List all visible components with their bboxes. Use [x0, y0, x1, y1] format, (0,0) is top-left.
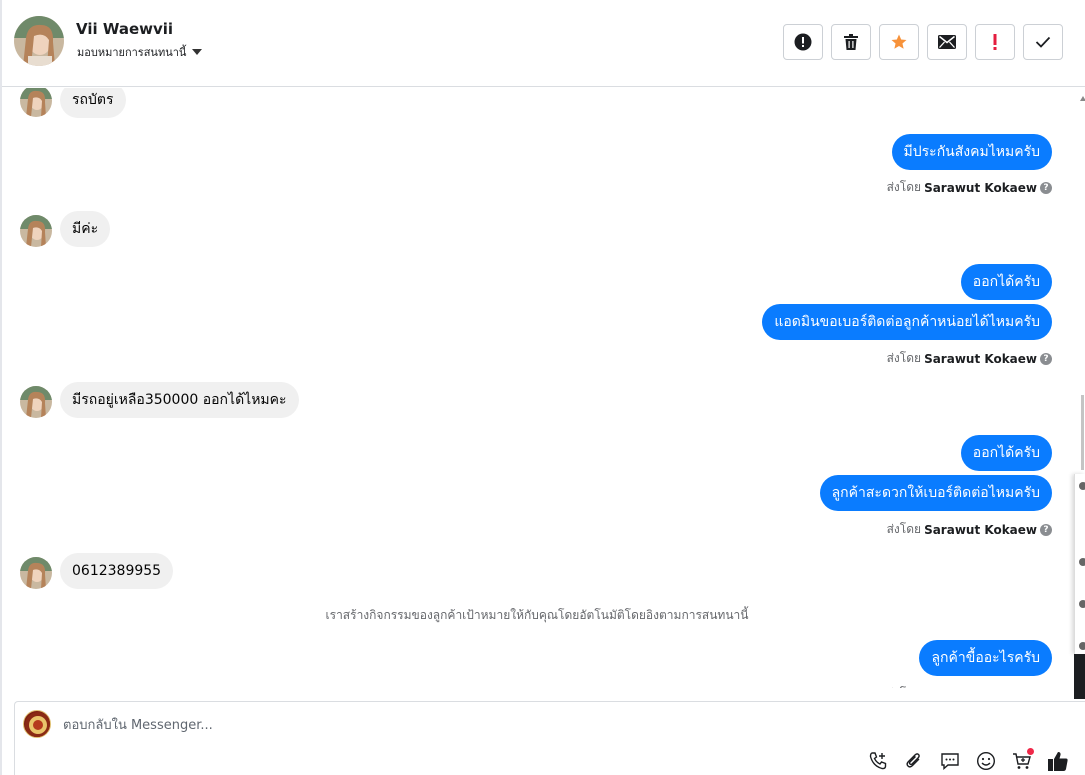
sent-by-agent[interactable]: Sarawut Kokaew: [924, 687, 1037, 689]
side-panel-edge-dark: [1074, 654, 1085, 699]
outgoing-message: ออกได้ครับ: [960, 435, 1052, 471]
assign-conversation-dropdown[interactable]: มอบหมายการสนทนานี้: [77, 43, 203, 61]
incoming-message: มีรถอยู่เหลือ350000 ออกได้ไหมคะ: [60, 382, 299, 418]
sent-by-prefix: ส่งโดย: [886, 351, 922, 365]
help-icon[interactable]: ?: [1040, 352, 1052, 365]
paperclip-icon: [906, 753, 920, 768]
call-button[interactable]: [867, 750, 889, 772]
star-button[interactable]: [879, 24, 919, 60]
scroll-up-arrow-icon[interactable]: [1080, 96, 1085, 101]
checkmark-icon: [1035, 36, 1051, 48]
outgoing-message: มีประกันสังคมไหมครับ: [891, 134, 1052, 170]
star-icon: [891, 34, 907, 49]
sent-by-label: ส่งโดย Sarawut Kokaew ?: [887, 520, 1052, 539]
incoming-message: รถบัตร: [60, 88, 126, 118]
side-panel-edge[interactable]: [1074, 474, 1085, 654]
incoming-message: 0612389955: [60, 553, 174, 589]
mark-important-button[interactable]: [975, 24, 1015, 60]
sent-by-agent[interactable]: Sarawut Kokaew: [924, 523, 1037, 537]
incoming-message: มีค่ะ: [60, 211, 111, 247]
trash-icon: [844, 34, 858, 50]
outgoing-message: ออกได้ครับ: [960, 264, 1052, 300]
contact-name: Vii Waewvii: [76, 20, 174, 38]
help-icon[interactable]: ?: [1040, 181, 1052, 194]
sent-by-label: ส่งโดย Sarawut Kokaew ?: [887, 684, 1052, 688]
spam-icon: [794, 33, 812, 51]
emoji-button[interactable]: [975, 750, 997, 772]
system-note: เราสร้างกิจกรรมของลูกค้าเป้าหมายให้กับคุ…: [325, 608, 749, 622]
dot-icon: [1079, 558, 1085, 566]
assign-label: มอบหมายการสนทนานี้: [77, 46, 187, 59]
contact-avatar-small: [20, 386, 52, 418]
help-icon[interactable]: ?: [1040, 687, 1052, 688]
page-avatar: [23, 710, 51, 738]
envelope-icon: [938, 35, 956, 49]
mark-spam-button[interactable]: [783, 24, 823, 60]
sent-by-agent[interactable]: Sarawut Kokaew: [924, 181, 1037, 195]
sent-by-prefix: ส่งโดย: [886, 180, 922, 194]
emoji-icon: [976, 751, 996, 771]
help-icon[interactable]: ?: [1040, 523, 1052, 536]
reply-input[interactable]: [63, 714, 863, 736]
saved-replies-button[interactable]: [939, 750, 961, 772]
phone-plus-icon: [869, 752, 887, 770]
contact-avatar-small: [20, 557, 52, 589]
sent-by-prefix: ส่งโดย: [887, 684, 921, 688]
thumbs-up-icon: [1048, 752, 1068, 771]
dot-icon: [1079, 482, 1085, 490]
sent-by-label: ส่งโดย Sarawut Kokaew ?: [887, 178, 1052, 197]
delete-button[interactable]: [831, 24, 871, 60]
outgoing-message: แอดมินขอเบอร์ติดต่อลูกค้าหน่อยได้ไหมครับ: [762, 304, 1052, 340]
sent-by-agent[interactable]: Sarawut Kokaew: [924, 352, 1037, 366]
contact-avatar[interactable]: [14, 16, 64, 66]
header-actions: [783, 24, 1063, 60]
caret-down-icon: [192, 49, 203, 55]
important-icon: [993, 34, 997, 50]
mark-done-button[interactable]: [1023, 24, 1063, 60]
contact-avatar-small: [20, 215, 52, 247]
composer-toolbar: [867, 748, 1069, 772]
notification-dot: [1027, 748, 1034, 755]
chat-bubble-icon: [941, 753, 959, 771]
sent-by-label: ส่งโดย Sarawut Kokaew ?: [887, 349, 1052, 368]
message-thread[interactable]: รถบัตร มีประกันสังคมไหมครับ ส่งโดย Saraw…: [2, 88, 1072, 688]
reply-composer: [14, 701, 1085, 775]
outgoing-message: ลูกค้าขื้ออะไรครับ: [919, 640, 1052, 676]
mark-unread-button[interactable]: [927, 24, 967, 60]
sent-by-prefix: ส่งโดย: [886, 522, 922, 536]
shop-button[interactable]: [1011, 748, 1034, 772]
dot-icon: [1079, 600, 1085, 608]
outgoing-message: ลูกค้าสะดวกให้เบอร์ติดต่อไหมครับ: [819, 475, 1052, 511]
like-button[interactable]: [1047, 750, 1069, 772]
scrollbar-thumb[interactable]: [1081, 395, 1084, 470]
attach-button[interactable]: [903, 750, 925, 772]
conversation-header: Vii Waewvii มอบหมายการสนทนานี้: [2, 0, 1085, 87]
dot-icon: [1079, 642, 1085, 650]
contact-avatar-small: [20, 88, 52, 117]
